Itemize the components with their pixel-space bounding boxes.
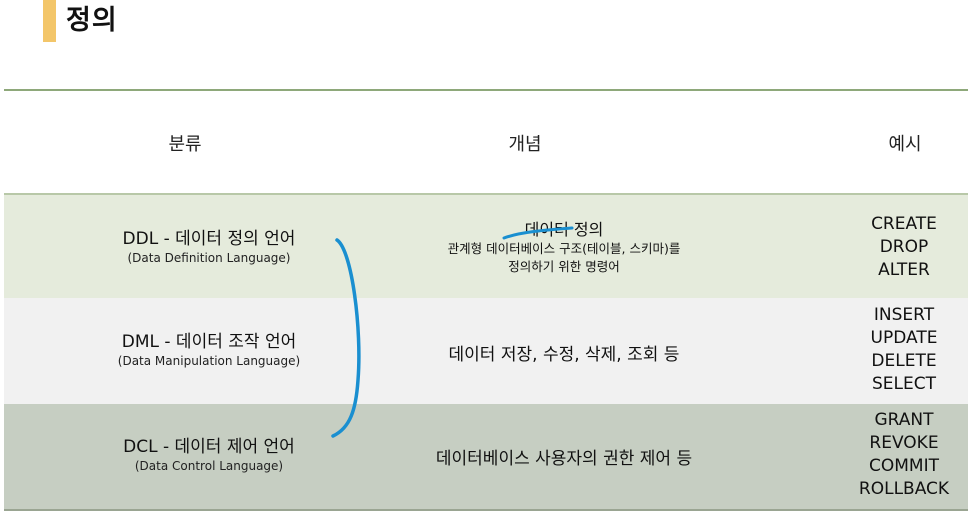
row-examples-cell: INSERT UPDATE DELETE SELECT <box>799 304 968 396</box>
example-item: DELETE <box>871 351 937 371</box>
row-category-cell: DCL - 데이터 제어 언어 (Data Control Language) <box>54 436 364 474</box>
row-concept-cell: 데이터 저장, 수정, 삭제, 조회 등 <box>364 340 764 365</box>
row-examples-cell: GRANT REVOKE COMMIT ROLLBACK <box>799 409 968 501</box>
header-examples: 예시 <box>888 134 922 155</box>
example-item: CREATE <box>871 214 937 234</box>
example-item: DROP <box>879 237 929 257</box>
title-accent-bar <box>43 0 56 42</box>
example-item: REVOKE <box>869 433 939 453</box>
row-concept-cell: 데이터베이스 사용자의 권한 제어 등 <box>364 444 764 469</box>
row-category-cell: DML - 데이터 조작 언어 (Data Manipulation Langu… <box>54 331 364 369</box>
row-full-name: (Data Manipulation Language) <box>117 354 301 368</box>
concept-line: 정의하기 위한 명령어 <box>508 259 620 274</box>
row-name: DCL - 데이터 제어 언어 <box>123 437 295 457</box>
example-item: ROLLBACK <box>858 479 950 499</box>
example-item: UPDATE <box>870 328 938 348</box>
example-item: ALTER <box>878 260 930 280</box>
row-concept-cell: 데이터 정의 관계형 데이터베이스 구조(테이블, 스키마)를 정의하기 위한 … <box>364 220 764 276</box>
example-item: COMMIT <box>869 456 939 476</box>
row-name: DML - 데이터 조작 언어 <box>121 332 297 352</box>
concept-line: 관계형 데이터베이스 구조(테이블, 스키마)를 <box>447 241 681 256</box>
table-row-dml: DML - 데이터 조작 언어 (Data Manipulation Langu… <box>4 298 968 404</box>
header-category: 분류 <box>168 134 202 155</box>
page-title: 정의 <box>66 5 118 36</box>
row-examples-cell: CREATE DROP ALTER <box>799 213 968 282</box>
concept-title: 데이터 정의 <box>524 220 604 239</box>
row-full-name: (Data Control Language) <box>134 459 284 473</box>
example-item: INSERT <box>873 305 935 325</box>
table-row-ddl: DDL - 데이터 정의 언어 (Data Definition Languag… <box>4 193 968 300</box>
header-divider <box>4 89 968 91</box>
example-item: GRANT <box>874 410 934 430</box>
row-category-cell: DDL - 데이터 정의 언어 (Data Definition Languag… <box>54 228 364 266</box>
concept-text: 데이터베이스 사용자의 권한 제어 등 <box>435 449 693 469</box>
concept-text: 데이터 저장, 수정, 삭제, 조회 등 <box>448 345 680 365</box>
example-item: SELECT <box>872 374 936 394</box>
header-concept: 개념 <box>508 134 542 155</box>
table-row-dcl: DCL - 데이터 제어 언어 (Data Control Language) … <box>4 404 968 511</box>
row-name: DDL - 데이터 정의 언어 <box>122 229 296 249</box>
row-full-name: (Data Definition Language) <box>127 251 291 265</box>
